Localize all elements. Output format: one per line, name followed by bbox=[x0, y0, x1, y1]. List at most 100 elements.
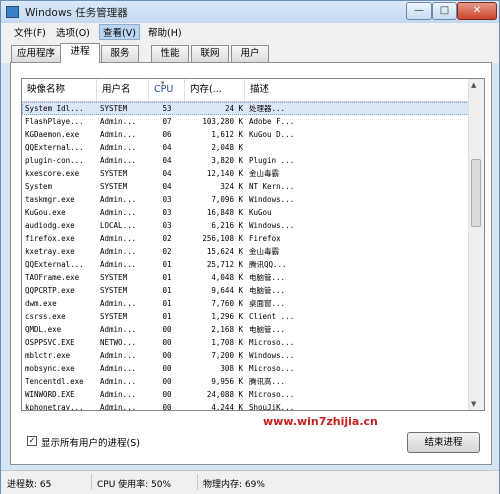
process-cpu: 01 bbox=[162, 260, 172, 269]
process-description: 桌面窗... bbox=[249, 299, 286, 308]
table-row[interactable]: FlashPlaye... Admin... 07 103,280 K Adobe F.… bbox=[22, 115, 469, 128]
process-cpu: 02 bbox=[162, 234, 172, 243]
process-user: Admin... bbox=[100, 325, 137, 334]
title-bar[interactable]: Windows 任务管理器 — □ ✕ bbox=[1, 1, 499, 23]
process-description: 金山毒霸 bbox=[249, 169, 279, 178]
tab-services[interactable]: 服务 bbox=[101, 45, 139, 62]
column-memory[interactable]: 内存(... bbox=[185, 79, 245, 101]
process-memory: 3,820 K bbox=[211, 156, 243, 165]
scrollbar-thumb[interactable] bbox=[471, 159, 481, 227]
scroll-down-arrow-icon[interactable]: ▼ bbox=[471, 400, 476, 408]
process-image-name: QQExternal... bbox=[25, 143, 84, 152]
table-row[interactable]: QQExternal... Admin... 01 25,712 K 腾讯QQ... bbox=[22, 258, 469, 271]
process-user: SYSTEM bbox=[100, 182, 128, 191]
process-cpu: 03 bbox=[162, 195, 172, 204]
close-button[interactable]: ✕ bbox=[457, 2, 497, 20]
scroll-up-arrow-icon[interactable]: ▲ bbox=[471, 81, 476, 89]
table-row[interactable]: QQExternal... Admin... 04 2,048 K bbox=[22, 141, 469, 154]
table-row[interactable]: plugin-con... Admin... 04 3,820 K Plugin ... bbox=[22, 154, 469, 167]
process-cpu: 01 bbox=[162, 312, 172, 321]
process-image-name: WINWORD.EXE bbox=[25, 390, 75, 399]
table-row[interactable]: TAOFrame.exe SYSTEM 01 4,048 K 电脑管... bbox=[22, 271, 469, 284]
process-description: 电脑管... bbox=[249, 273, 286, 282]
process-cpu: 06 bbox=[162, 130, 172, 139]
process-cpu: 02 bbox=[162, 247, 172, 256]
minimize-button[interactable]: — bbox=[406, 2, 432, 20]
table-row[interactable]: Tencentdl.exe Admin... 00 9,956 K 腾讯高... bbox=[22, 375, 469, 388]
process-memory: 2,168 K bbox=[211, 325, 243, 334]
show-all-users-label[interactable]: 显示所有用户的进程(S) bbox=[41, 435, 140, 449]
tab-performance[interactable]: 性能 bbox=[151, 45, 189, 62]
process-memory: 15,624 K bbox=[206, 247, 243, 256]
table-row[interactable]: dwm.exe Admin... 01 7,760 K 桌面窗... bbox=[22, 297, 469, 310]
process-memory: 7,096 K bbox=[211, 195, 243, 204]
process-description: 处理器... bbox=[249, 104, 286, 113]
table-row[interactable]: System SYSTEM 04 324 K NT Kern... bbox=[22, 180, 469, 193]
status-divider bbox=[197, 474, 198, 490]
process-cpu: 04 bbox=[162, 182, 172, 191]
process-image-name: taskmgr.exe bbox=[25, 195, 75, 204]
process-user: SYSTEM bbox=[100, 169, 128, 178]
tab-users[interactable]: 用户 bbox=[231, 45, 269, 62]
process-image-name: kxescore.exe bbox=[25, 169, 80, 178]
process-cpu: 00 bbox=[162, 364, 172, 373]
column-image-name[interactable]: 映像名称 bbox=[22, 79, 97, 101]
table-row[interactable]: mblctr.exe Admin... 00 7,200 K Windows... bbox=[22, 349, 469, 362]
process-description: Microso... bbox=[249, 390, 295, 399]
status-cpu-usage: CPU 使用率: 50% bbox=[97, 480, 172, 490]
table-row[interactable]: firefox.exe Admin... 02 256,108 K Firefox bbox=[22, 232, 469, 245]
table-row[interactable]: OSPPSVC.EXE NETWO... 00 1,708 K Microso... bbox=[22, 336, 469, 349]
process-user: Admin... bbox=[100, 195, 137, 204]
process-memory: 256,108 K bbox=[202, 234, 243, 243]
table-row[interactable]: KGDaemon.exe Admin... 06 1,612 K KuGou D... bbox=[22, 128, 469, 141]
process-image-name: mobsync.exe bbox=[25, 364, 75, 373]
process-cpu: 04 bbox=[162, 156, 172, 165]
menu-options[interactable]: 选项(O) bbox=[53, 25, 93, 39]
process-image-name: System Idl... bbox=[25, 104, 84, 113]
process-list: 映像名称 用户名 ▾ CPU 内存(... 描述 System Idl... SY… bbox=[21, 78, 485, 411]
show-all-users-checkbox[interactable]: ✓ bbox=[27, 436, 37, 446]
table-row[interactable]: QQPCRTP.exe SYSTEM 01 9,644 K 电脑管... bbox=[22, 284, 469, 297]
tab-applications[interactable]: 应用程序 bbox=[11, 45, 61, 62]
table-row[interactable]: csrss.exe SYSTEM 01 1,296 K Client ... bbox=[22, 310, 469, 323]
status-physical-memory: 物理内存: 69% bbox=[203, 480, 265, 490]
process-memory: 24,088 K bbox=[206, 390, 243, 399]
process-user: Admin... bbox=[100, 403, 137, 411]
process-user: SYSTEM bbox=[100, 312, 128, 321]
column-cpu[interactable]: ▾ CPU bbox=[149, 79, 185, 101]
process-memory: 24 K bbox=[224, 104, 243, 113]
column-user-name[interactable]: 用户名 bbox=[97, 79, 149, 101]
menu-view[interactable]: 查看(V) bbox=[99, 24, 140, 40]
menu-file[interactable]: 文件(F) bbox=[11, 25, 49, 39]
tab-processes[interactable]: 进程 bbox=[60, 43, 100, 63]
process-cpu: 01 bbox=[162, 273, 172, 282]
process-image-name: TAOFrame.exe bbox=[25, 273, 80, 282]
process-user: Admin... bbox=[100, 390, 137, 399]
process-cpu: 00 bbox=[162, 390, 172, 399]
column-description[interactable]: 描述 bbox=[245, 79, 469, 101]
table-row[interactable]: KuGou.exe Admin... 03 16,848 K KuGou bbox=[22, 206, 469, 219]
table-row[interactable]: System Idl... SYSTEM 53 24 K 处理器... bbox=[22, 102, 469, 115]
table-row[interactable]: WINWORD.EXE Admin... 00 24,088 K Microso... bbox=[22, 388, 469, 401]
process-user: SYSTEM bbox=[100, 286, 128, 295]
table-row[interactable]: mobsync.exe Admin... 00 308 K Microso... bbox=[22, 362, 469, 375]
maximize-button[interactable]: □ bbox=[432, 2, 457, 20]
table-row[interactable]: audiodg.exe LOCAL... 03 6,216 K Windows... bbox=[22, 219, 469, 232]
table-row[interactable]: kxescore.exe SYSTEM 04 12,140 K 金山毒霸 bbox=[22, 167, 469, 180]
end-process-button[interactable]: 结束进程 bbox=[407, 432, 480, 453]
status-process-count: 进程数: 65 bbox=[7, 480, 52, 490]
table-row[interactable]: kphonetray... Admin... 00 4,244 K ShouJiK... bbox=[22, 401, 469, 411]
table-row[interactable]: kxetray.exe Admin... 02 15,624 K 金山毒霸 bbox=[22, 245, 469, 258]
process-memory: 6,216 K bbox=[211, 221, 243, 230]
process-description: NT Kern... bbox=[249, 182, 295, 191]
menu-help[interactable]: 帮助(H) bbox=[145, 25, 185, 39]
process-cpu: 03 bbox=[162, 208, 172, 217]
tab-networking[interactable]: 联网 bbox=[191, 45, 229, 62]
table-row[interactable]: QMDL.exe Admin... 00 2,168 K 电脑管... bbox=[22, 323, 469, 336]
process-description: Windows... bbox=[249, 351, 295, 360]
table-row[interactable]: taskmgr.exe Admin... 03 7,096 K Windows... bbox=[22, 193, 469, 206]
process-cpu: 00 bbox=[162, 338, 172, 347]
process-memory: 12,140 K bbox=[206, 169, 243, 178]
process-description: Windows... bbox=[249, 221, 295, 230]
vertical-scrollbar[interactable]: ▲ ▼ bbox=[468, 79, 484, 410]
